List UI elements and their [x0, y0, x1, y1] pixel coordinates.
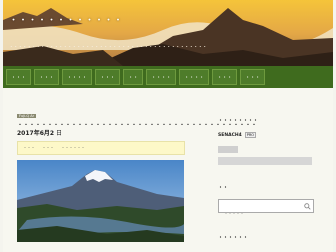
- site-title[interactable]: ・・・・・・・・・・・・: [9, 13, 123, 26]
- nav-item-7[interactable]: ・・・・: [179, 69, 210, 85]
- follow-button[interactable]: [218, 146, 238, 153]
- article-title-date[interactable]: 2017年6月2: [17, 130, 54, 137]
- profile-name[interactable]: SENACH4 PRO: [218, 132, 318, 138]
- nav-item-8[interactable]: ・・・: [212, 69, 238, 85]
- meta-item-2[interactable]: ・・・: [42, 145, 54, 151]
- search-input[interactable]: [219, 207, 299, 220]
- search-icon[interactable]: [304, 203, 311, 210]
- nav-item-9[interactable]: ・・・: [240, 69, 266, 85]
- nav-item-3[interactable]: ・・・・: [62, 69, 93, 85]
- sidebar: ・・・・・・・・ SENACH4 PRO: [218, 117, 318, 165]
- nav-item-1[interactable]: ・・・: [6, 69, 32, 85]
- article-title[interactable]: ・・・・・・・・・・・・・・・・・・・・・・・・・・・・・・・・・・・・・・・・…: [17, 122, 257, 138]
- category-badge[interactable]: Fuji-Q Ar: [17, 114, 37, 118]
- meta-item-3[interactable]: ・・・・・・: [61, 145, 85, 151]
- mount-fuji-photo: [17, 160, 184, 242]
- site-description: ・・・・・・・・・・・・・・・・・・・・・・・・・・・・・・・・・・・・・・・・…: [9, 45, 207, 50]
- header-banner[interactable]: ・・・・・・・・・・・・ ・・・・・・・・・・・・・・・・・・・・・・・・・・・…: [3, 0, 333, 66]
- pro-badge: PRO: [244, 132, 257, 138]
- meta-item-1[interactable]: ・・・: [23, 145, 35, 151]
- nav-item-4[interactable]: ・・・: [95, 69, 121, 85]
- article-title-suffix[interactable]: 日: [56, 130, 62, 137]
- article-thumbnail[interactable]: [17, 160, 184, 242]
- search-widget-title: ・・: [218, 185, 229, 191]
- search-box: [218, 199, 314, 220]
- article-meta-bar: ・・・ ・・・ ・・・・・・: [17, 141, 185, 155]
- global-navigation: ・・・ ・・・ ・・・・ ・・・ ・・ ・・・・ ・・・・ ・・・ ・・・: [3, 66, 333, 88]
- profile-name-text[interactable]: SENACH4: [218, 133, 242, 138]
- article-entry: Fuji-Q Ar ・・・・・・・・・・・・・・・・・・・・・・・・・・・・・・…: [17, 114, 257, 242]
- reader-button[interactable]: [218, 157, 312, 165]
- nav-item-5[interactable]: ・・: [123, 69, 144, 85]
- profile-widget-title: ・・・・・・・・: [218, 118, 259, 124]
- mountain-landscape-image: [3, 0, 333, 66]
- recent-widget-title: ・・・・・・: [218, 235, 249, 241]
- nav-item-2[interactable]: ・・・: [34, 69, 60, 85]
- nav-item-6[interactable]: ・・・・: [146, 69, 177, 85]
